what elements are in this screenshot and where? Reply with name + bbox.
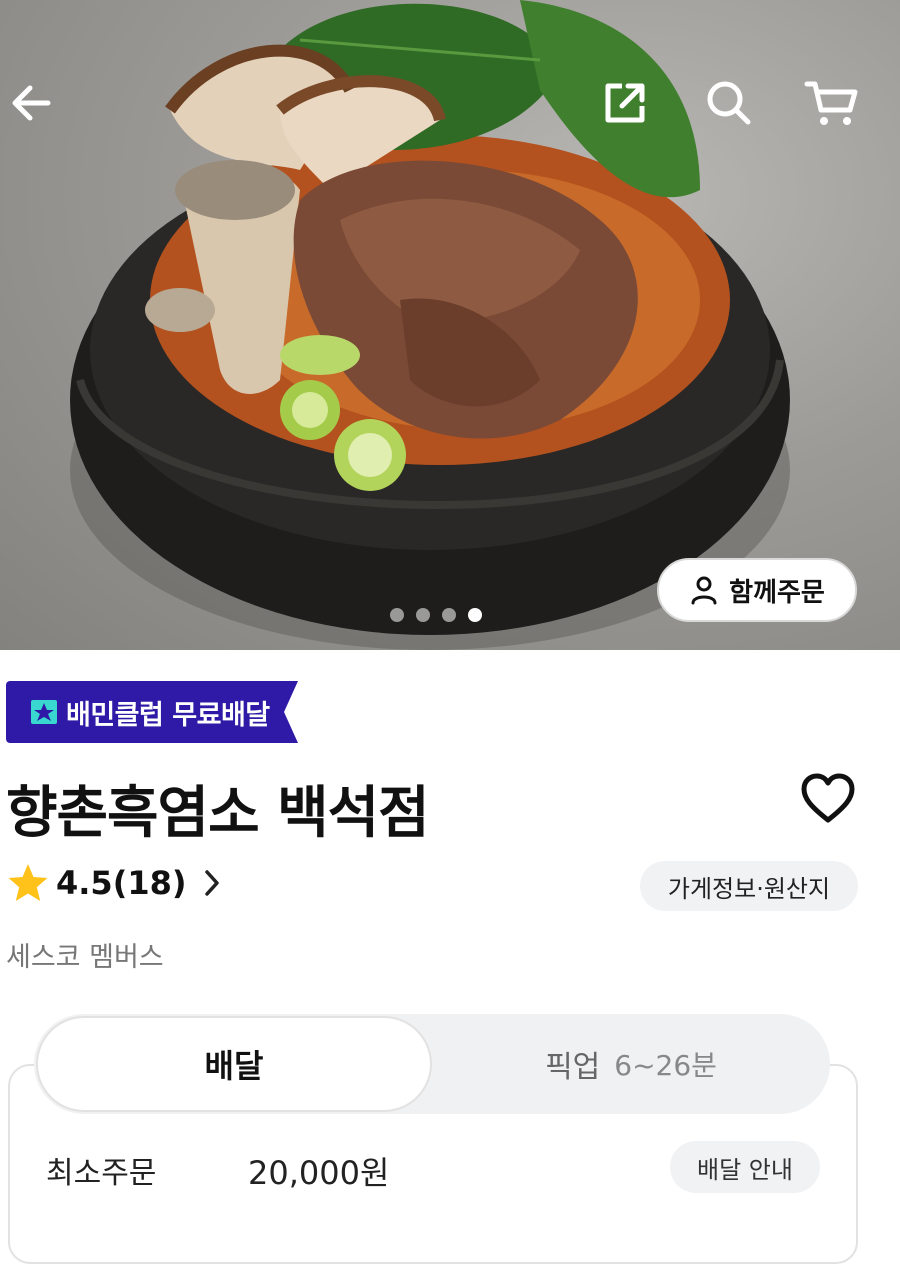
rating-value: 4.5(18) <box>56 864 187 902</box>
baemin-club-badge: 배민클럽 무료배달 <box>6 681 298 743</box>
group-order-button[interactable]: 함께주문 <box>657 558 857 622</box>
share-icon <box>605 83 645 123</box>
favorite-button[interactable] <box>800 772 856 828</box>
carousel-indicator <box>390 608 482 622</box>
arrow-left-icon <box>12 85 51 121</box>
back-button[interactable] <box>2 74 60 132</box>
store-hero-image[interactable]: 함께주문 <box>0 0 900 650</box>
tab-delivery[interactable]: 배달 <box>36 1016 432 1112</box>
delivery-guide-button[interactable]: 배달 안내 <box>670 1141 820 1193</box>
carousel-dot[interactable] <box>442 608 456 622</box>
share-button[interactable] <box>596 74 654 132</box>
store-name: 향촌흑염소 백석점 <box>6 781 430 846</box>
carousel-dot[interactable] <box>390 608 404 622</box>
tab-pickup[interactable]: 픽업 6~26분 <box>432 1014 830 1114</box>
carousel-dot-active[interactable] <box>468 608 482 622</box>
group-order-label: 함께주문 <box>729 577 825 608</box>
food-photo <box>70 0 790 650</box>
carousel-dot[interactable] <box>416 608 430 622</box>
search-button[interactable] <box>700 74 758 132</box>
search-icon <box>707 81 751 125</box>
store-info-origin-button[interactable]: 가게정보·원산지 <box>640 861 858 911</box>
cart-button[interactable] <box>802 74 860 132</box>
cart-icon <box>804 81 858 125</box>
heart-icon <box>801 773 855 823</box>
person-icon <box>691 576 717 605</box>
chevron-right-icon <box>205 870 220 896</box>
min-order-label: 최소주문 <box>46 1156 157 1191</box>
club-logo-icon <box>31 700 57 724</box>
rating-link[interactable]: 4.5(18) <box>6 862 226 904</box>
pickup-time: 6~26분 <box>614 1049 717 1082</box>
pickup-label: 픽업 <box>545 1050 601 1085</box>
star-icon <box>8 864 48 901</box>
store-subtitle: 세스코 멤버스 <box>6 942 164 973</box>
min-order-value: 20,000원 <box>248 1154 390 1192</box>
badge-label: 배민클럽 무료배달 <box>66 699 270 731</box>
